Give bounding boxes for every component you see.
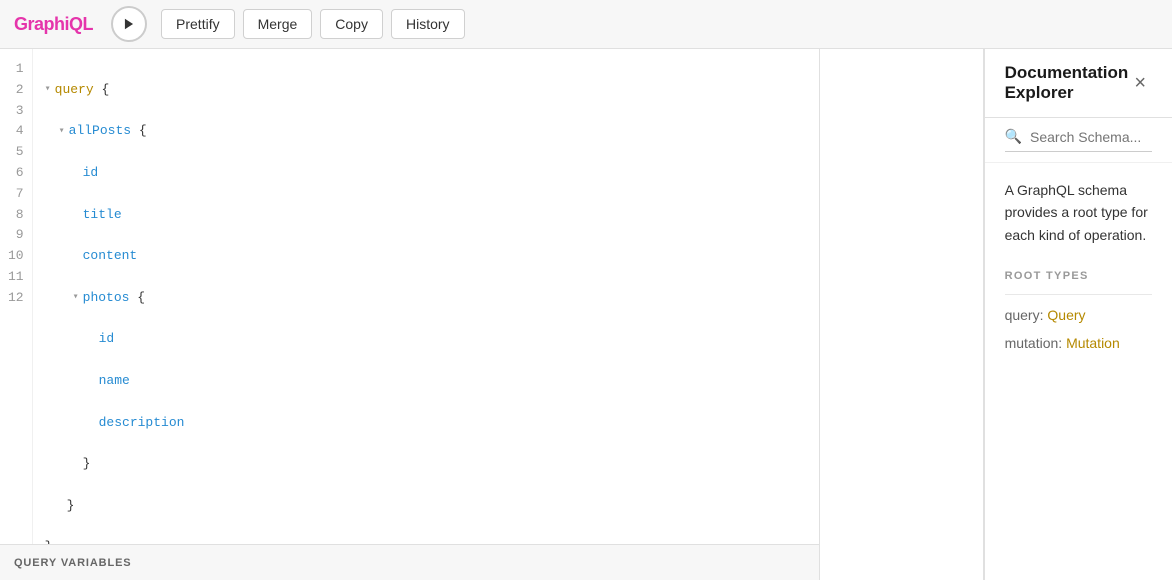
- docs-header: Documentation Explorer ×: [985, 49, 1172, 118]
- docs-description: A GraphQL schema provides a root type fo…: [1005, 179, 1152, 246]
- history-button[interactable]: History: [391, 9, 465, 39]
- query-link[interactable]: Query: [1047, 307, 1085, 323]
- code-editor[interactable]: ▾query { ▾allPosts { id title content ▾p…: [33, 49, 819, 544]
- app-logo: GraphiQL: [14, 14, 93, 35]
- mutation-link[interactable]: Mutation: [1066, 335, 1120, 351]
- result-area: [820, 49, 984, 580]
- docs-title: Documentation Explorer: [1005, 63, 1129, 103]
- mutation-label: mutation:: [1005, 335, 1066, 351]
- prettify-button[interactable]: Prettify: [161, 9, 235, 39]
- left-panel: 1 2 3 4 5 6 7 8 9 10 11 12 ▾query { ▾all…: [0, 49, 820, 580]
- root-type-query: query: Query: [1005, 307, 1152, 323]
- line-numbers: 1 2 3 4 5 6 7 8 9 10 11 12: [0, 49, 33, 544]
- query-label: query:: [1005, 307, 1048, 323]
- search-wrapper: 🔍: [1005, 128, 1152, 152]
- root-types-section: ROOT TYPES query: Query mutation: Mutati…: [1005, 270, 1152, 351]
- editor-area[interactable]: 1 2 3 4 5 6 7 8 9 10 11 12 ▾query { ▾all…: [0, 49, 819, 544]
- docs-search-area: 🔍: [985, 118, 1172, 163]
- docs-panel: Documentation Explorer × 🔍 A GraphQL sch…: [984, 49, 1172, 580]
- copy-button[interactable]: Copy: [320, 9, 383, 39]
- close-docs-button[interactable]: ×: [1128, 71, 1152, 95]
- schema-search-input[interactable]: [1030, 129, 1152, 145]
- run-button[interactable]: [111, 6, 147, 42]
- search-icon: 🔍: [1005, 128, 1022, 145]
- toolbar: GraphiQL Prettify Merge Copy History: [0, 0, 1172, 49]
- variables-label: QUERY VARIABLES: [14, 557, 132, 569]
- docs-body: A GraphQL schema provides a root type fo…: [985, 163, 1172, 580]
- variables-bar[interactable]: QUERY VARIABLES: [0, 544, 819, 580]
- root-type-mutation: mutation: Mutation: [1005, 335, 1152, 351]
- divider: [1005, 294, 1152, 295]
- merge-button[interactable]: Merge: [243, 9, 313, 39]
- main-area: 1 2 3 4 5 6 7 8 9 10 11 12 ▾query { ▾all…: [0, 49, 1172, 580]
- root-types-heading: ROOT TYPES: [1005, 270, 1152, 282]
